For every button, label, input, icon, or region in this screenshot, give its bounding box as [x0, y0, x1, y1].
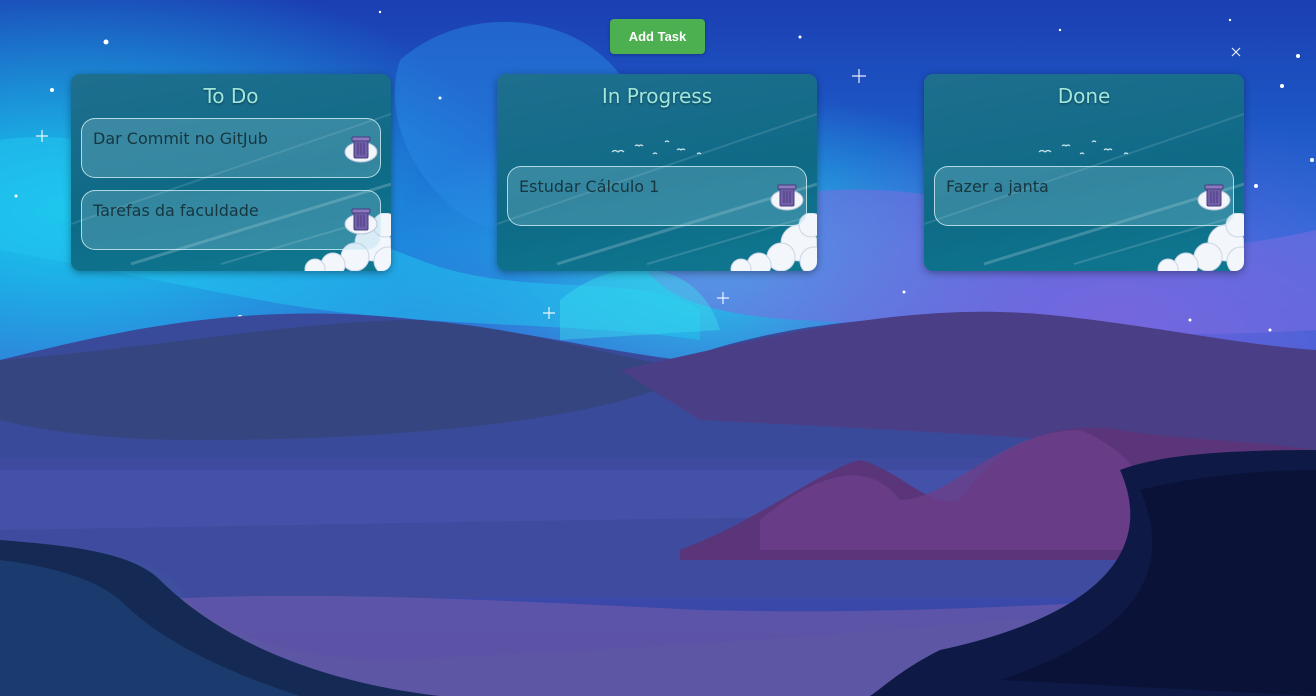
task-text: Estudar Cálculo 1 — [519, 177, 660, 196]
column-title: Done — [1057, 84, 1111, 108]
task-card[interactable]: Tarefas da faculdade — [81, 190, 381, 250]
column-title: To Do — [203, 84, 259, 108]
trash-icon[interactable] — [1196, 180, 1232, 212]
task-text: Tarefas da faculdade — [93, 201, 259, 220]
task-card[interactable]: Estudar Cálculo 1 — [507, 166, 807, 226]
task-text: Fazer a janta — [946, 177, 1049, 196]
trash-icon[interactable] — [343, 204, 379, 236]
birds-decoration — [611, 140, 702, 155]
column-title: In Progress — [601, 84, 713, 108]
column-done: Done Fazer a janta — [924, 74, 1244, 271]
add-task-button[interactable]: Add Task — [610, 19, 705, 54]
task-card[interactable]: Dar Commit no GitJub — [81, 118, 381, 178]
trash-icon[interactable] — [343, 132, 379, 164]
column-todo: To Do Dar Commit no GitJub Tarefas da fa… — [71, 74, 391, 271]
trash-icon[interactable] — [769, 180, 805, 212]
birds-decoration — [1038, 140, 1129, 155]
task-card[interactable]: Fazer a janta — [934, 166, 1234, 226]
column-in-progress: In Progress Estudar Cálculo 1 — [497, 74, 817, 271]
task-text: Dar Commit no GitJub — [93, 129, 268, 148]
